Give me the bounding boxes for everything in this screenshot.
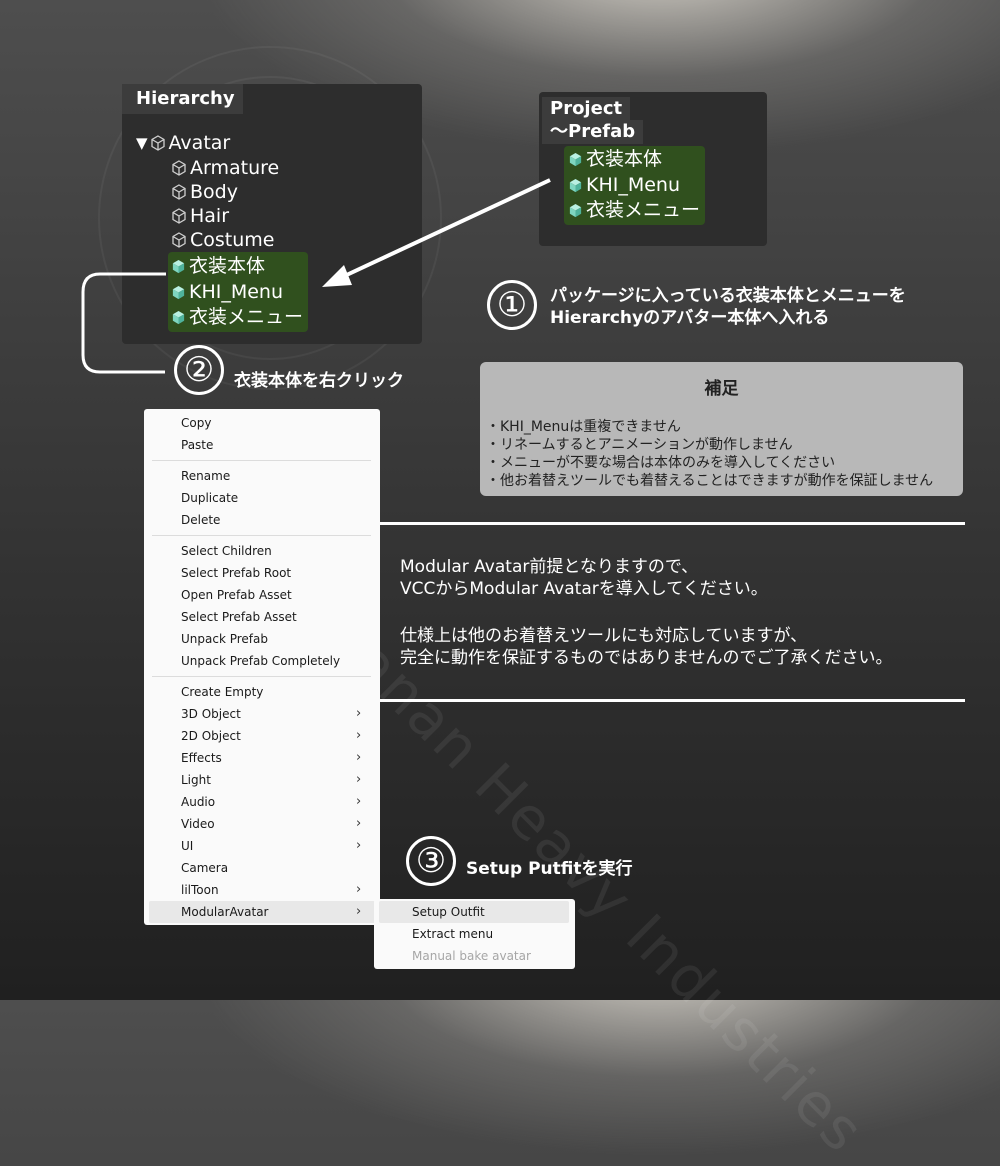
menu-item-unpack-prefab-completely[interactable]: Unpack Prefab Completely [181, 650, 340, 672]
modularavatar-submenu: Setup Outfit Extract menu Manual bake av… [374, 899, 575, 969]
menu-item-modularavatar[interactable]: ModularAvatar [181, 901, 269, 923]
menu-separator [152, 535, 371, 536]
menu-item-audio[interactable]: Audio [181, 791, 215, 813]
step-1-line1: パッケージに入っている衣装本体とメニューを [550, 286, 906, 306]
note-line: ・他お着替えツールでも着替えることはできますが動作を保証しません [486, 473, 934, 489]
step-2-number: ② [174, 345, 224, 395]
menu-item-2d-object[interactable]: 2D Object [181, 725, 241, 747]
menu-item-select-children[interactable]: Select Children [181, 540, 272, 562]
divider-top [380, 522, 965, 525]
info-line: 仕様上は他のお着替えツールにも対応していますが、 [400, 626, 808, 646]
chevron-right-icon: › [356, 904, 362, 919]
info-line: 完全に動作を保証するものではありませんのでご了承ください。 [400, 648, 893, 668]
submenu-item-extract-menu[interactable]: Extract menu [412, 923, 493, 945]
chevron-right-icon: › [356, 882, 362, 897]
context-menu: Copy Paste Rename Duplicate Delete Selec… [144, 409, 380, 925]
menu-item-effects[interactable]: Effects [181, 747, 222, 769]
step-3-text: Setup Putfitを実行 [466, 859, 633, 879]
menu-item-open-prefab-asset[interactable]: Open Prefab Asset [181, 584, 292, 606]
menu-item-delete[interactable]: Delete [181, 509, 220, 531]
submenu-item-manual-bake-avatar: Manual bake avatar [412, 949, 531, 963]
menu-item-ui[interactable]: UI [181, 835, 193, 857]
step-1-line2: Hierarchyのアバター本体へ入れる [550, 308, 830, 328]
menu-separator [152, 676, 371, 677]
menu-item-select-prefab-root[interactable]: Select Prefab Root [181, 562, 291, 584]
divider-bottom [380, 699, 965, 702]
info-line: VCCからModular Avatarを導入してください。 [400, 579, 768, 599]
menu-item-copy[interactable]: Copy [181, 412, 211, 434]
chevron-right-icon: › [356, 772, 362, 787]
menu-item-duplicate[interactable]: Duplicate [181, 487, 238, 509]
chevron-right-icon: › [356, 750, 362, 765]
step-3-number: ③ [406, 836, 456, 886]
note-title: 補足 [704, 379, 739, 399]
menu-item-create-empty[interactable]: Create Empty [181, 681, 263, 703]
chevron-right-icon: › [356, 728, 362, 743]
chevron-right-icon: › [356, 706, 362, 721]
submenu-item-setup-outfit[interactable]: Setup Outfit [412, 901, 485, 923]
menu-item-3d-object[interactable]: 3D Object [181, 703, 241, 725]
info-line: Modular Avatar前提となりますので、 [400, 557, 699, 577]
menu-item-camera[interactable]: Camera [181, 857, 228, 879]
menu-separator [152, 460, 371, 461]
menu-item-paste[interactable]: Paste [181, 434, 213, 456]
note-line: ・リネームするとアニメーションが動作しません [486, 437, 793, 453]
menu-item-rename[interactable]: Rename [181, 465, 230, 487]
chevron-right-icon: › [356, 838, 362, 853]
step-1-number: ① [487, 280, 537, 330]
menu-item-light[interactable]: Light [181, 769, 211, 791]
menu-item-unpack-prefab[interactable]: Unpack Prefab [181, 628, 268, 650]
note-line: ・KHI_Menuは重複できません [486, 419, 681, 435]
step-2-text: 衣装本体を右クリック [234, 371, 404, 391]
menu-item-liltoon[interactable]: lilToon [181, 879, 219, 901]
chevron-right-icon: › [356, 794, 362, 809]
menu-item-video[interactable]: Video [181, 813, 215, 835]
chevron-right-icon: › [356, 816, 362, 831]
note-line: ・メニューが不要な場合は本体のみを導入してください [486, 455, 836, 471]
menu-item-select-prefab-asset[interactable]: Select Prefab Asset [181, 606, 297, 628]
note-box: 補足 ・KHI_Menuは重複できません ・リネームするとアニメーションが動作し… [480, 362, 963, 496]
